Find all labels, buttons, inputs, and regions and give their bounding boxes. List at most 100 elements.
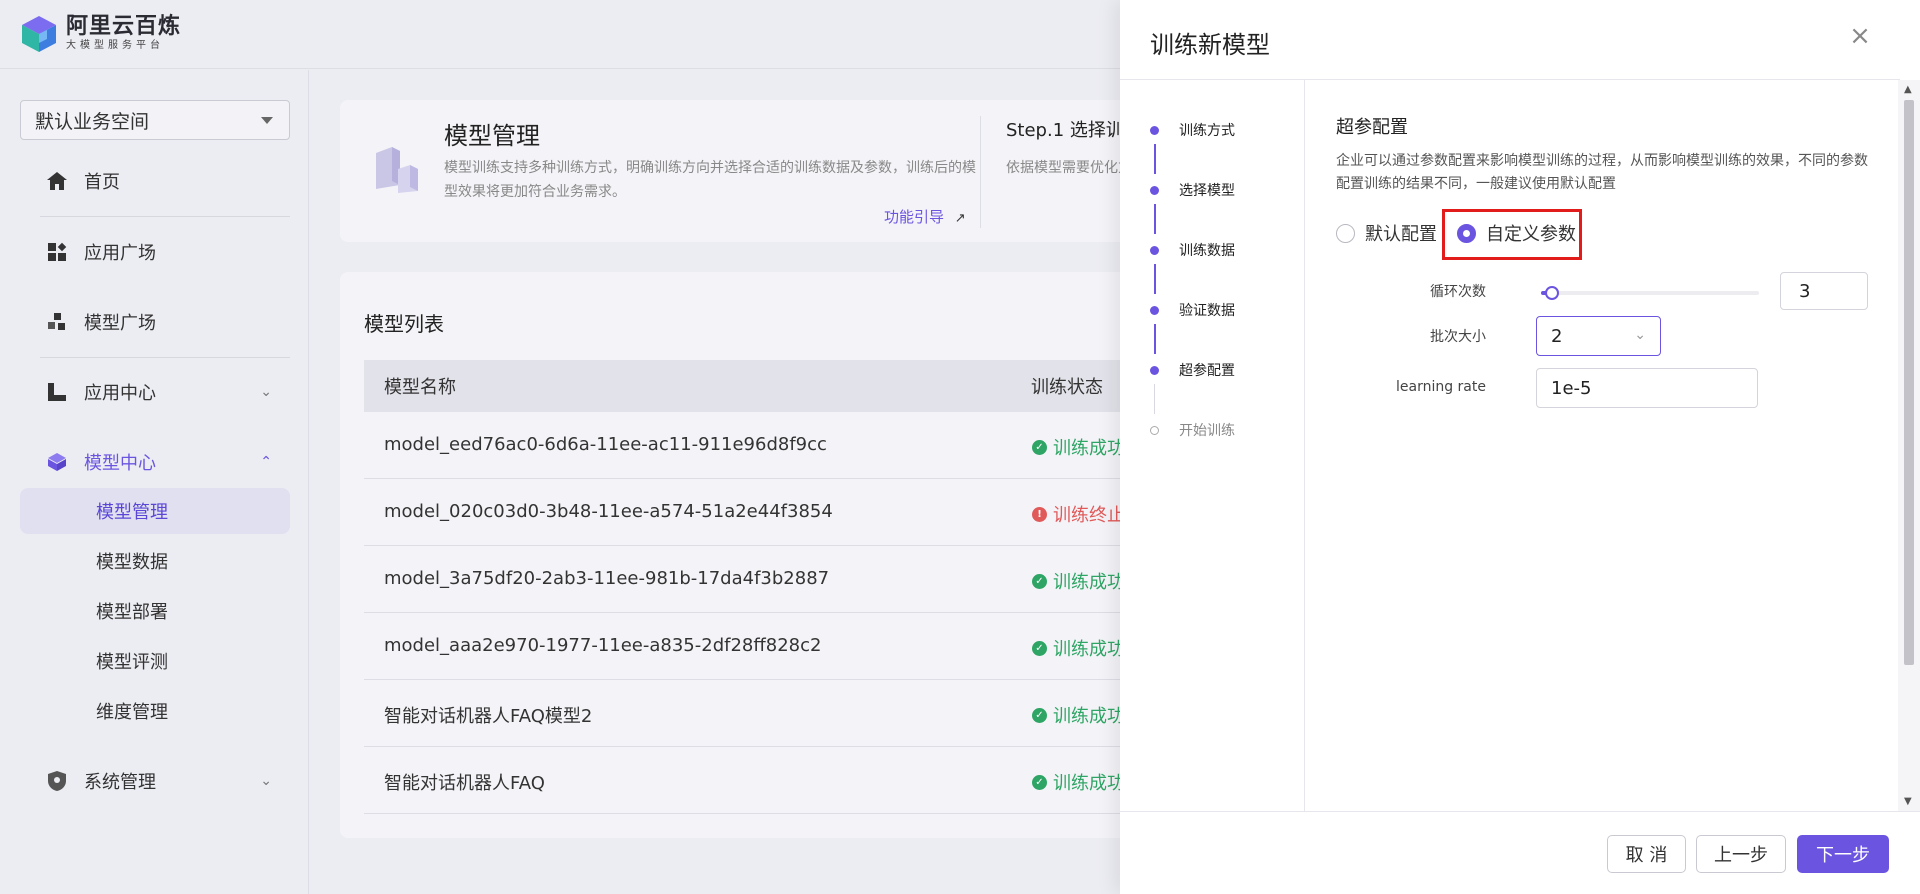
status-badge: ✓ 训练成功 bbox=[1032, 635, 1125, 661]
model-name: model_3a75df20-2ab3-11ee-981b-17da4f3b28… bbox=[384, 568, 830, 589]
close-icon[interactable]: × bbox=[1846, 22, 1874, 50]
logo-cube-icon bbox=[20, 14, 58, 54]
sidebar-item-label: 应用广场 bbox=[84, 243, 156, 264]
step-item: 训练方式 bbox=[1150, 120, 1235, 140]
step-connector bbox=[1154, 264, 1156, 294]
step-label: 超参配置 bbox=[1179, 363, 1235, 379]
table-row[interactable]: model_3a75df20-2ab3-11ee-981b-17da4f3b28… bbox=[364, 546, 1140, 613]
check-circle-icon: ✓ bbox=[1032, 439, 1047, 455]
step-label: 训练方式 bbox=[1179, 123, 1235, 139]
sidebar-sub-item-model-eval[interactable]: 模型评测 bbox=[20, 638, 290, 684]
sidebar-sub-item-model-deploy[interactable]: 模型部署 bbox=[20, 588, 290, 634]
next-step-button[interactable]: 下一步 bbox=[1797, 835, 1889, 873]
epochs-input[interactable]: 3 bbox=[1780, 272, 1868, 310]
sidebar-sub-item-dimension[interactable]: 维度管理 bbox=[20, 688, 290, 734]
batch-size-label: 批次大小 bbox=[1430, 329, 1486, 345]
cubes-icon bbox=[44, 309, 70, 335]
learning-rate-input[interactable]: 1e-5 bbox=[1536, 368, 1758, 408]
status-badge: ✓ 训练成功 bbox=[1032, 568, 1125, 594]
logo[interactable]: 阿里云百炼 大模型服务平台 bbox=[20, 14, 181, 54]
sidebar-item-label: 应用中心 bbox=[84, 383, 156, 404]
feature-guide-label: 功能引导 bbox=[884, 208, 945, 226]
scroll-down-arrow-icon[interactable]: ▼ bbox=[1904, 796, 1912, 807]
step-dot bbox=[1150, 125, 1159, 135]
status-badge: ✓ 训练成功 bbox=[1032, 702, 1125, 728]
model-list-title: 模型列表 bbox=[364, 312, 444, 336]
chevron-down-icon: ⌄ bbox=[260, 384, 272, 400]
step-dot bbox=[1150, 305, 1159, 315]
feature-guide-link[interactable]: 功能引导 ↗ bbox=[884, 206, 966, 227]
step-label: 训练数据 bbox=[1179, 243, 1235, 259]
learning-rate-label: learning rate bbox=[1395, 379, 1486, 395]
sidebar-sub-item-label: 维度管理 bbox=[96, 702, 168, 723]
column-header-name: 模型名称 bbox=[384, 377, 456, 398]
apps-grid-icon bbox=[44, 239, 70, 265]
status-badge: ! 训练终止 bbox=[1032, 501, 1125, 527]
slider-thumb[interactable] bbox=[1545, 286, 1559, 300]
batch-size-select[interactable]: 2 ⌄ bbox=[1536, 316, 1661, 356]
sidebar-sub-item-model-data[interactable]: 模型数据 bbox=[20, 538, 290, 584]
sidebar-item-home[interactable]: 首页 bbox=[20, 156, 290, 206]
epochs-value: 3 bbox=[1799, 280, 1811, 302]
shield-icon bbox=[44, 768, 70, 794]
table-row[interactable]: 智能对话机器人FAQ模型2 ✓ 训练成功 bbox=[364, 680, 1140, 747]
table-row[interactable]: model_020c03d0-3b48-11ee-a574-51a2e44f38… bbox=[364, 479, 1140, 546]
sidebar-item-model-center[interactable]: 模型中心 ⌃ bbox=[20, 437, 290, 487]
step-item: 开始训练 bbox=[1150, 420, 1235, 440]
table-row[interactable]: model_eed76ac0-6d6a-11ee-ac11-911e96d8f9… bbox=[364, 412, 1140, 479]
column-header-status: 训练状态 bbox=[1031, 377, 1103, 398]
workspace-select[interactable]: 默认业务空间 bbox=[20, 100, 290, 140]
section-description: 企业可以通过参数配置来影响模型训练的过程，从而影响模型训练的效果，不同的参数配置… bbox=[1336, 153, 1868, 192]
steps-panel: 训练方式 选择模型 训练数据 验证数据 超参配置 开始训练 bbox=[1120, 80, 1305, 811]
scrollbar[interactable]: ▲ ▼ bbox=[1898, 80, 1920, 811]
model-name: model_020c03d0-3b48-11ee-a574-51a2e44f38… bbox=[384, 501, 833, 522]
model-name: 智能对话机器人FAQ模型2 bbox=[384, 706, 593, 727]
step-item: 训练数据 bbox=[1150, 240, 1235, 260]
model-center-icon bbox=[44, 449, 70, 475]
divider bbox=[40, 216, 290, 217]
table-row[interactable]: 智能对话机器人FAQ ✓ 训练成功 bbox=[364, 747, 1140, 814]
section-title: 超参配置 bbox=[1336, 117, 1408, 138]
step-connector bbox=[1154, 384, 1155, 414]
sidebar-sub-item-label: 模型评测 bbox=[96, 652, 168, 673]
status-text: 训练成功 bbox=[1053, 706, 1125, 727]
batch-size-value: 2 bbox=[1551, 325, 1563, 347]
check-circle-icon: ✓ bbox=[1032, 707, 1047, 723]
scrollbar-thumb[interactable] bbox=[1904, 100, 1914, 665]
app-center-icon bbox=[44, 379, 70, 405]
step-dot bbox=[1150, 425, 1159, 435]
sidebar-sub-item-model-management[interactable]: 模型管理 bbox=[20, 488, 290, 534]
step-description: 依据模型需要优化方向，选择合适的训 bbox=[1006, 160, 1136, 176]
model-table: 模型名称 训练状态 model_eed76ac0-6d6a-11ee-ac11-… bbox=[364, 360, 1140, 814]
model-management-header-card: 模型管理 模型训练支持多种训练方式，明确训练方向并选择合适的训练数据及参数，训练… bbox=[340, 100, 1142, 242]
scroll-up-arrow-icon[interactable]: ▲ bbox=[1904, 84, 1912, 95]
arrow-up-right-icon: ↗ bbox=[954, 211, 966, 226]
logo-title: 阿里云百炼 bbox=[66, 14, 182, 39]
step-item: 验证数据 bbox=[1150, 300, 1235, 320]
epochs-slider[interactable] bbox=[1541, 286, 1759, 300]
learning-rate-value: 1e-5 bbox=[1551, 377, 1592, 399]
divider bbox=[40, 357, 290, 358]
status-text: 训练终止 bbox=[1053, 505, 1125, 526]
previous-step-button[interactable]: 上一步 bbox=[1696, 835, 1786, 873]
sidebar-item-model-square[interactable]: 模型广场 bbox=[20, 297, 290, 347]
check-circle-icon: ✓ bbox=[1032, 640, 1047, 656]
step-label: 选择模型 bbox=[1179, 183, 1235, 199]
sidebar: 默认业务空间 首页 应用广场 模型广场 应用中心 ⌄ 模型中心 ⌃ 模型管理 模… bbox=[0, 70, 309, 894]
sidebar-item-app-square[interactable]: 应用广场 bbox=[20, 227, 290, 277]
sidebar-sub-item-label: 模型管理 bbox=[96, 502, 168, 523]
model-name: model_eed76ac0-6d6a-11ee-ac11-911e96d8f9… bbox=[384, 434, 827, 455]
chevron-down-icon: ⌄ bbox=[1634, 327, 1646, 343]
cancel-button[interactable]: 取 消 bbox=[1607, 835, 1686, 873]
sidebar-item-app-center[interactable]: 应用中心 ⌄ bbox=[20, 367, 290, 417]
sidebar-item-system[interactable]: 系统管理 ⌄ bbox=[20, 756, 290, 806]
train-model-drawer: 训练新模型 × 训练方式 选择模型 训练数据 验证数据 超参配置 开始训练 超参… bbox=[1120, 0, 1920, 894]
step-dot bbox=[1150, 185, 1159, 195]
radio-default-config[interactable]: 默认配置 bbox=[1336, 220, 1437, 246]
sidebar-item-label: 模型广场 bbox=[84, 313, 156, 334]
status-badge: ✓ 训练成功 bbox=[1032, 769, 1125, 795]
table-row[interactable]: model_aaa2e970-1977-11ee-a835-2df28ff828… bbox=[364, 613, 1140, 680]
buildings-icon bbox=[370, 145, 422, 195]
step-dot bbox=[1150, 365, 1159, 375]
sidebar-item-label: 模型中心 bbox=[84, 453, 156, 474]
